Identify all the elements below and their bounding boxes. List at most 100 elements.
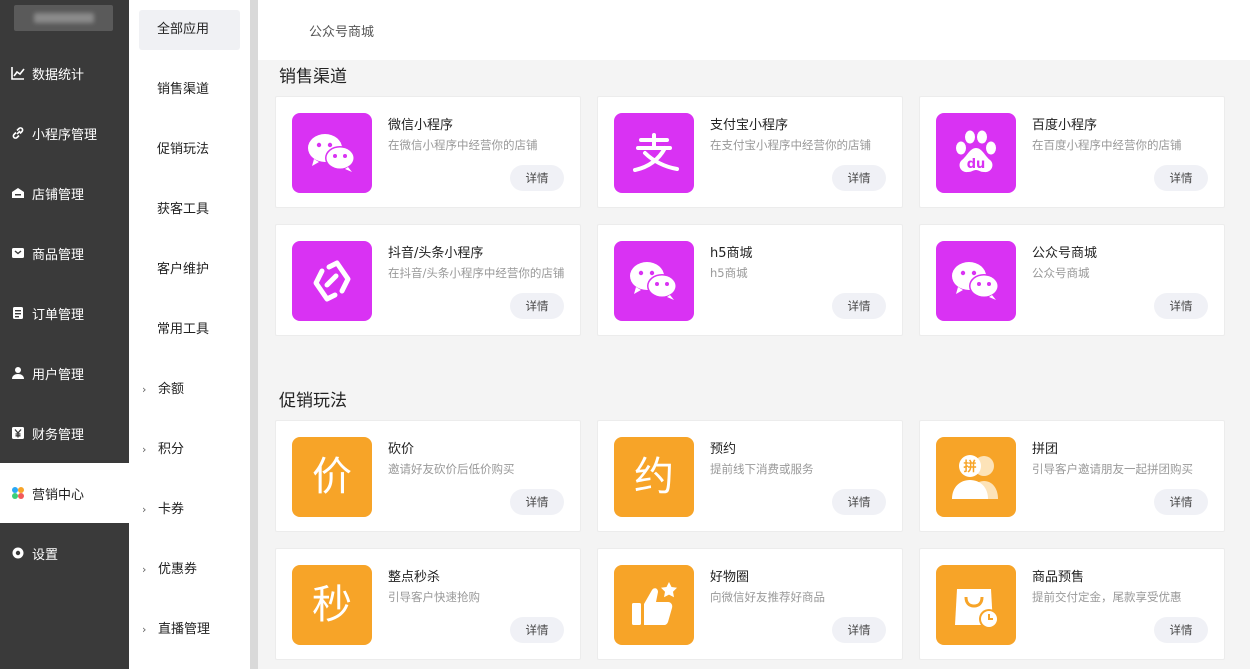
sidebar-item-finance[interactable]: 财务管理 — [0, 403, 129, 463]
app-card-appointment[interactable]: 约 预约 提前线下消费或服务 详情 — [597, 420, 903, 532]
submenu-item-label: 卡券 — [158, 502, 185, 517]
sidebar-item-label: 用户管理 — [32, 367, 85, 383]
main-content: 公众号商城 销售渠道 微信小程序 在微信小程序中经营你的店铺 详情 支付宝小程序… — [258, 0, 1250, 669]
sidebar-item-stats[interactable]: 数据统计 — [0, 43, 129, 103]
thumbs-up-icon — [614, 565, 694, 645]
gear-icon — [10, 545, 26, 561]
app-card-douyin-miniprogram[interactable]: 抖音/头条小程序 在抖音/头条小程序中经营你的店铺 详情 — [275, 224, 581, 336]
flash-sale-glyph: 秒 — [312, 582, 352, 628]
app-card-title: 抖音/头条小程序 — [388, 246, 484, 261]
submenu-item-label: 常用工具 — [157, 322, 210, 337]
chevron-right-icon: › — [142, 383, 147, 396]
app-card-presale[interactable]: 商品预售 提前交付定金，尾款享受优惠 详情 — [919, 548, 1225, 660]
details-button[interactable]: 详情 — [1154, 617, 1208, 643]
clipboard-icon — [10, 305, 26, 321]
baidu-icon: du — [936, 113, 1016, 193]
app-card-title: 百度小程序 — [1032, 118, 1098, 133]
sidebar-item-store[interactable]: 店铺管理 — [0, 163, 129, 223]
submenu-item-common-tools[interactable]: 常用工具 — [139, 310, 240, 350]
details-button[interactable]: 详情 — [510, 617, 564, 643]
app-card-good-things-circle[interactable]: 好物圈 向微信好友推荐好商品 详情 — [597, 548, 903, 660]
flash-sale-icon: 秒 — [292, 565, 372, 645]
app-card-desc: 在抖音/头条小程序中经营你的店铺 — [388, 266, 565, 280]
wechat-icon — [614, 241, 694, 321]
app-card-desc: 在百度小程序中经营你的店铺 — [1032, 138, 1182, 152]
app-card-wechat-miniprogram[interactable]: 微信小程序 在微信小程序中经营你的店铺 详情 — [275, 96, 581, 208]
submenu-item-live[interactable]: › 直播管理 — [139, 610, 240, 650]
details-button[interactable]: 详情 — [1154, 293, 1208, 319]
submenu-item-balance[interactable]: › 余额 — [139, 370, 240, 410]
app-card-title: 公众号商城 — [1032, 246, 1098, 261]
logo — [14, 5, 113, 31]
sidebar-item-marketing[interactable]: 营销中心 — [0, 463, 129, 523]
app-card-desc: 向微信好友推荐好商品 — [710, 590, 825, 604]
app-card-title: 拼团 — [1032, 442, 1059, 457]
details-button[interactable]: 详情 — [832, 617, 886, 643]
wechat-icon — [292, 113, 372, 193]
appointment-icon: 约 — [614, 437, 694, 517]
app-card-baidu-miniprogram[interactable]: du 百度小程序 在百度小程序中经营你的店铺 详情 — [919, 96, 1225, 208]
appointment-glyph: 约 — [634, 454, 674, 500]
sidebar-item-users[interactable]: 用户管理 — [0, 343, 129, 403]
app-card-flash-sale[interactable]: 秒 整点秒杀 引导客户快速抢购 详情 — [275, 548, 581, 660]
app-card-title: 砍价 — [388, 442, 415, 457]
main-sidebar: 数据统计 小程序管理 店铺管理 商品管理 订单管理 用户管理 财务管理 营销中心… — [0, 0, 129, 669]
details-button[interactable]: 详情 — [1154, 165, 1208, 191]
group-buy-icon: 拼 — [936, 437, 1016, 517]
submenu-item-label: 销售渠道 — [157, 82, 210, 97]
submenu-item-label: 获客工具 — [157, 202, 210, 217]
box-icon — [10, 245, 26, 261]
app-card-desc: 在微信小程序中经营你的店铺 — [388, 138, 538, 152]
panel-divider — [250, 0, 258, 669]
submenu-item-label: 积分 — [158, 442, 185, 457]
submenu-item-points[interactable]: › 积分 — [139, 430, 240, 470]
details-button[interactable]: 详情 — [1154, 489, 1208, 515]
app-card-official-account-mall[interactable]: 公众号商城 公众号商城 详情 — [919, 224, 1225, 336]
submenu-item-label: 全部应用 — [157, 22, 210, 37]
app-card-desc: h5商城 — [710, 266, 748, 280]
submenu-item-coupons[interactable]: › 优惠券 — [139, 550, 240, 590]
app-card-desc: 引导客户快速抢购 — [388, 590, 480, 604]
store-icon — [10, 185, 26, 201]
chevron-right-icon: › — [142, 443, 147, 456]
app-card-desc: 邀请好友砍价后低价购买 — [388, 462, 515, 476]
sidebar-item-label: 数据统计 — [32, 67, 85, 83]
svg-text:du: du — [967, 157, 986, 172]
details-button[interactable]: 详情 — [510, 293, 564, 319]
details-button[interactable]: 详情 — [832, 293, 886, 319]
submenu-item-label: 余额 — [158, 382, 185, 397]
sidebar-item-orders[interactable]: 订单管理 — [0, 283, 129, 343]
link-icon — [10, 125, 26, 141]
sidebar-item-settings[interactable]: 设置 — [0, 523, 129, 583]
details-button[interactable]: 详情 — [510, 165, 564, 191]
details-button[interactable]: 详情 — [510, 489, 564, 515]
app-card-bargain[interactable]: 价 砍价 邀请好友砍价后低价购买 详情 — [275, 420, 581, 532]
app-card-alipay-miniprogram[interactable]: 支付宝小程序 在支付宝小程序中经营你的店铺 详情 — [597, 96, 903, 208]
submenu-item-all-apps[interactable]: 全部应用 — [139, 10, 240, 50]
app-card-desc: 公众号商城 — [1032, 266, 1090, 280]
app-card-title: 预约 — [710, 442, 737, 457]
submenu-item-sales-channels[interactable]: 销售渠道 — [139, 70, 240, 110]
sidebar-item-label: 财务管理 — [32, 427, 85, 443]
chevron-right-icon: › — [142, 503, 147, 516]
details-button[interactable]: 详情 — [832, 165, 886, 191]
group-buy-glyph: 拼 — [963, 459, 976, 475]
app-card-title: 好物圈 — [710, 570, 750, 585]
app-card-group-buy[interactable]: 拼 拼团 引导客户邀请朋友一起拼团购买 详情 — [919, 420, 1225, 532]
topbar: 公众号商城 — [258, 0, 1250, 60]
app-card-title: 整点秒杀 — [388, 570, 441, 585]
app-card-h5-mall[interactable]: h5商城 h5商城 详情 — [597, 224, 903, 336]
sidebar-item-goods[interactable]: 商品管理 — [0, 223, 129, 283]
submenu-item-cards[interactable]: › 卡券 — [139, 490, 240, 530]
submenu-item-label: 直播管理 — [158, 622, 211, 637]
alipay-icon — [614, 113, 694, 193]
sidebar-item-miniprogram[interactable]: 小程序管理 — [0, 103, 129, 163]
chevron-right-icon: › — [142, 563, 147, 576]
submenu-item-promotions[interactable]: 促销玩法 — [139, 130, 240, 170]
chevron-right-icon: › — [142, 623, 147, 636]
submenu-item-acquisition[interactable]: 获客工具 — [139, 190, 240, 230]
details-button[interactable]: 详情 — [832, 489, 886, 515]
breadcrumb: 公众号商城 — [309, 25, 375, 40]
submenu-item-label: 促销玩法 — [157, 142, 210, 157]
submenu-item-retention[interactable]: 客户维护 — [139, 250, 240, 290]
